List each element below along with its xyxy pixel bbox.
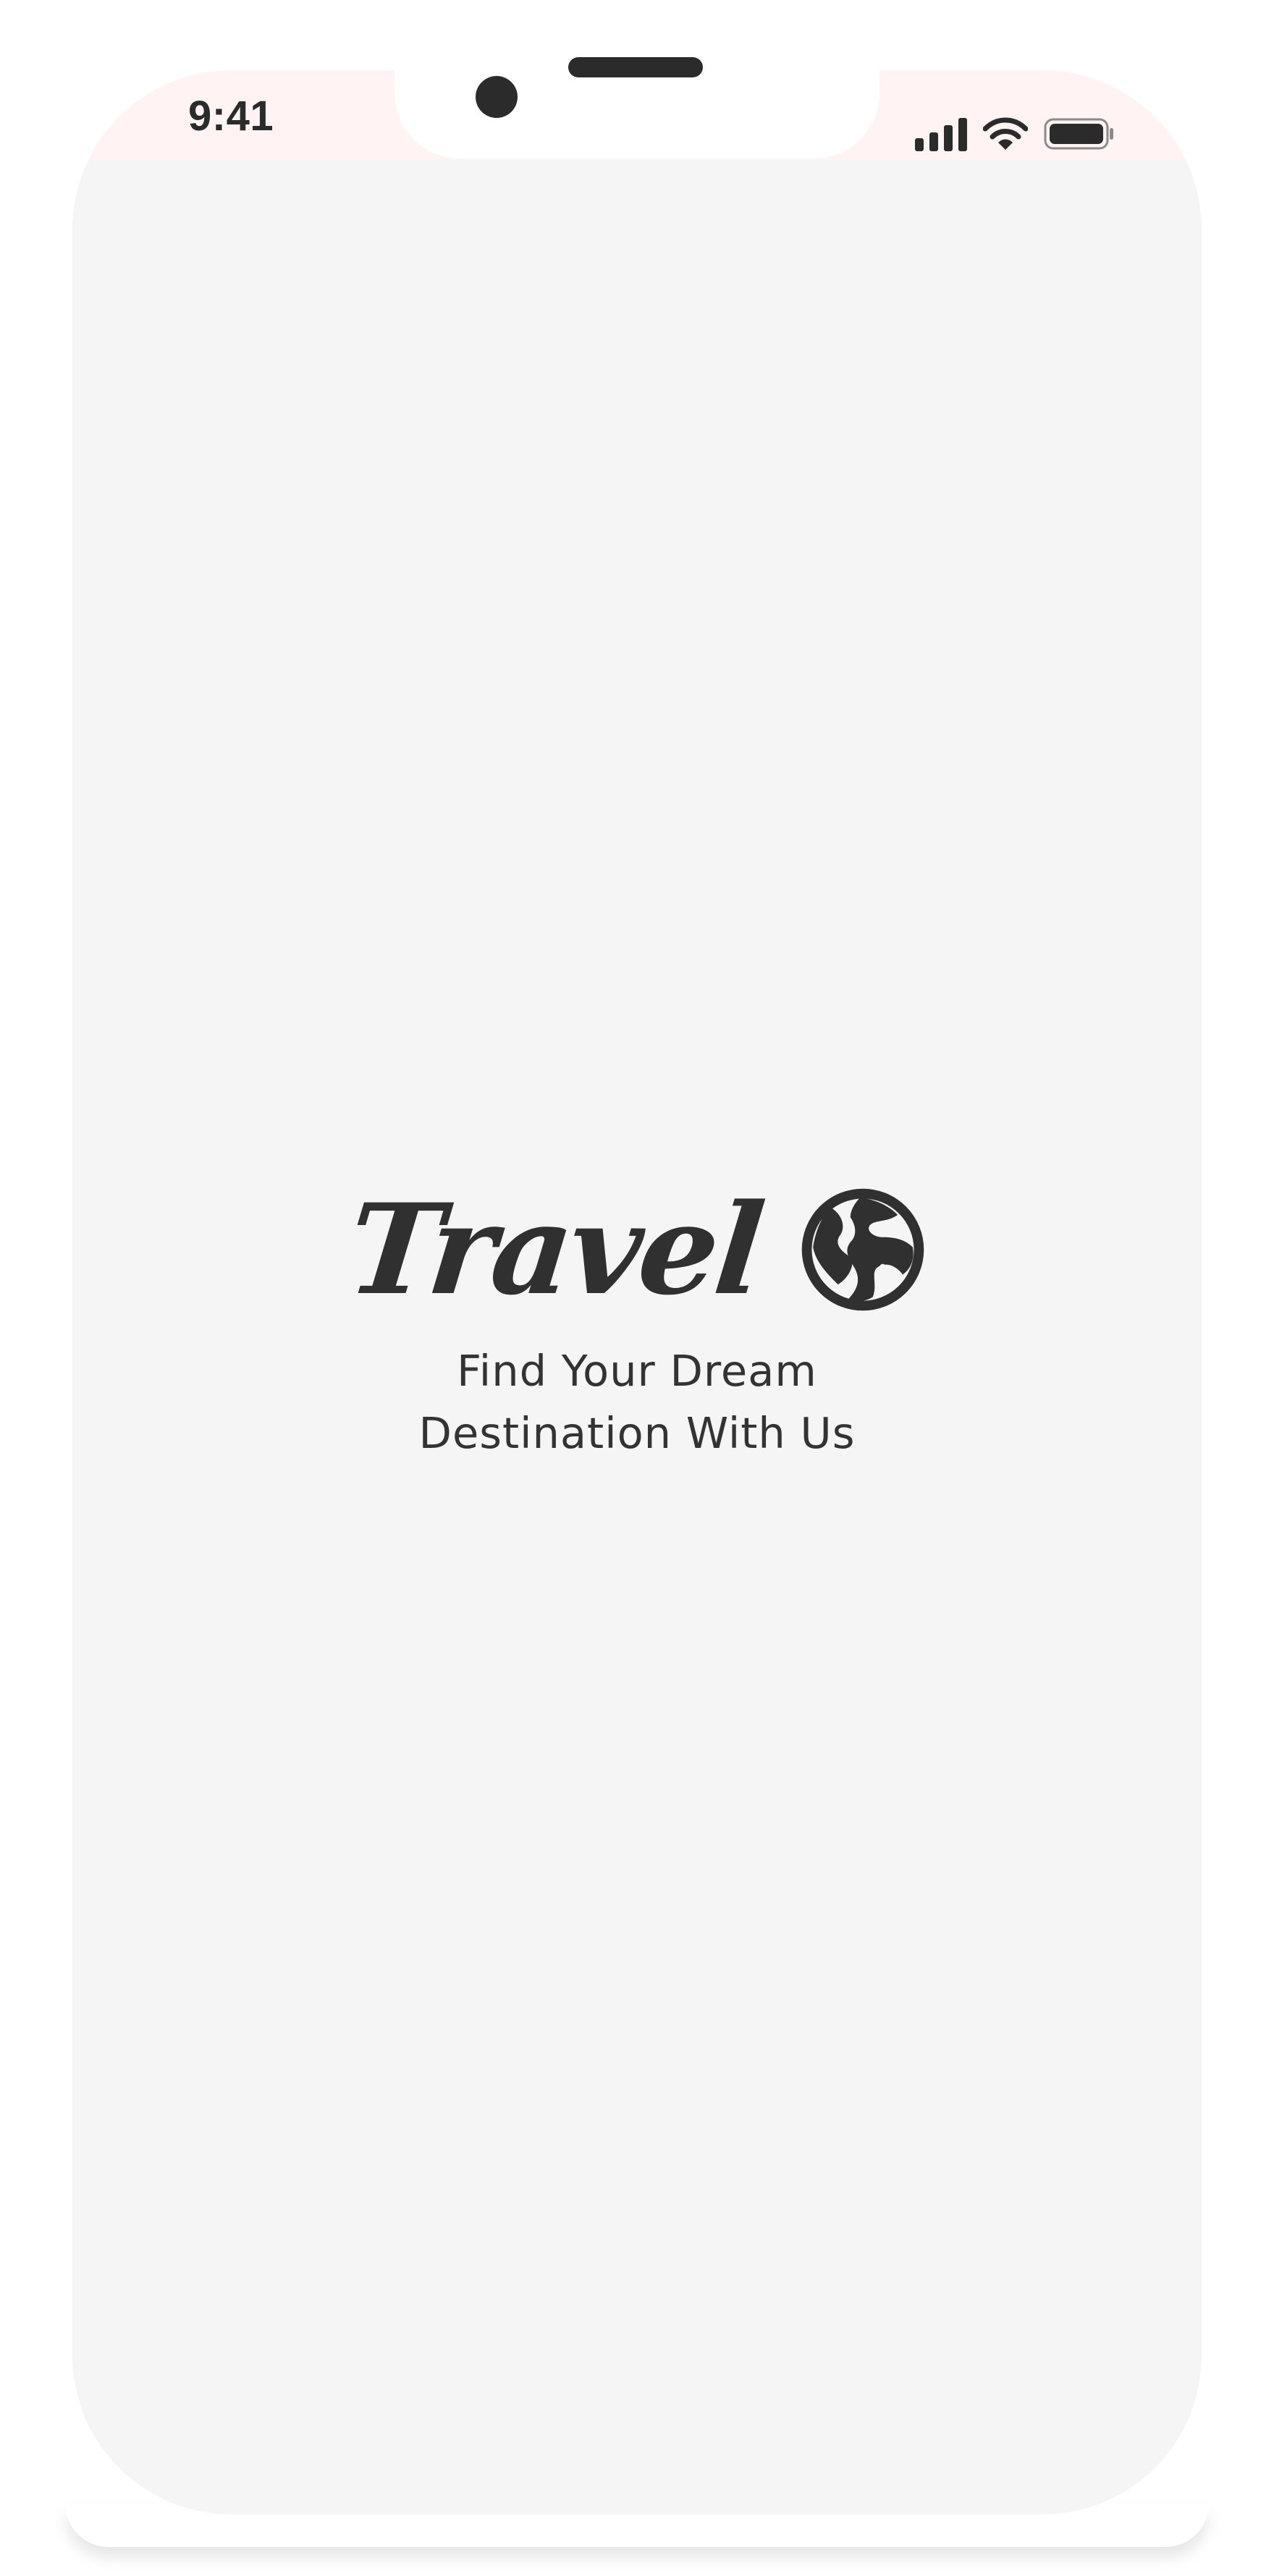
front-camera xyxy=(476,76,518,118)
tagline-line-2: Destination With Us xyxy=(418,1408,856,1458)
status-icons xyxy=(915,116,1115,152)
brand-title: Travel xyxy=(341,1176,768,1323)
battery-icon xyxy=(1044,118,1113,150)
phone-screen: 9:41 Travel Find Your Dream Destination … xyxy=(72,70,1202,2514)
tagline: Find Your Dream Destination With Us xyxy=(72,1340,1202,1465)
cellular-signal-icon xyxy=(915,118,967,151)
wifi-icon xyxy=(983,117,1028,150)
notch xyxy=(395,57,879,158)
globe-icon xyxy=(801,1188,924,1311)
earpiece-speaker xyxy=(568,57,703,77)
tagline-line-1: Find Your Dream xyxy=(457,1346,817,1396)
status-time: 9:41 xyxy=(188,93,274,140)
brand-logo: Travel xyxy=(72,1176,1202,1323)
